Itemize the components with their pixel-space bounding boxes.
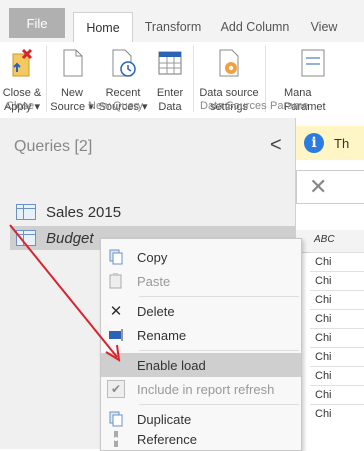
queries-header: Queries [2] (14, 138, 93, 155)
table-icon (16, 230, 36, 246)
data-preview-pane: i Th ✕ ABC Chi Chi Chi Chi Chi Chi Chi C… (295, 118, 364, 449)
tab-transform[interactable]: Transform (138, 12, 208, 42)
new-source-icon (63, 49, 83, 77)
info-bar: i Th (296, 126, 364, 160)
menu-item-delete[interactable]: ✕ Delete (101, 299, 301, 323)
context-menu: Copy Paste ✕ Delete Rename Enable load ✔… (100, 238, 302, 451)
group-parameters-label: Parame (270, 100, 309, 112)
query-item-label: Sales 2015 (46, 203, 122, 221)
table-cell[interactable]: Chi (310, 366, 364, 385)
tab-add-column[interactable]: Add Column (216, 12, 294, 42)
menu-item-label: Duplicate (137, 411, 192, 427)
tab-view[interactable]: View (304, 12, 344, 42)
divider (193, 46, 194, 112)
menu-item-label: Copy (137, 249, 168, 265)
table-cell[interactable]: Chi (310, 328, 364, 347)
info-bar-text: Th (334, 135, 350, 151)
collapse-pane-button[interactable]: < (270, 134, 282, 157)
menu-item-include-in-report-refresh[interactable]: ✔ Include in report refresh (101, 377, 301, 401)
reference-icon (101, 431, 131, 447)
tab-file[interactable]: File (9, 8, 65, 38)
recent-sources-icon (112, 49, 136, 77)
column-header[interactable]: ABC (296, 230, 364, 253)
menu-item-enable-load[interactable]: Enable load (101, 353, 301, 377)
table-cell[interactable]: Chi (310, 271, 364, 290)
copy-icon (101, 249, 131, 265)
menu-item-copy[interactable]: Copy (101, 245, 301, 269)
group-close-label: Close (6, 100, 35, 112)
table-icon (158, 51, 182, 75)
menu-separator (139, 404, 299, 405)
checkbox-icon: ✔ (107, 380, 125, 398)
ribbon: Close & Apply ▾ New Source ▾ Recent Sour… (0, 42, 364, 119)
table-cell[interactable]: Chi (310, 385, 364, 404)
menu-item-label: Include in report refresh (137, 381, 275, 397)
ribbon-tab-bar: File Home Transform Add Column View (0, 0, 364, 43)
menu-separator (139, 296, 299, 297)
group-new-query-label: New Query (88, 100, 144, 112)
menu-item-paste[interactable]: Paste (101, 269, 301, 293)
table-cell[interactable]: Chi (310, 309, 364, 328)
menu-item-label: Paste (137, 273, 171, 289)
table-cell[interactable]: Chi (310, 404, 364, 423)
info-icon: i (304, 133, 324, 153)
table-cell[interactable]: Chi (310, 252, 364, 271)
table-cell[interactable]: Chi (310, 347, 364, 366)
menu-separator (139, 350, 299, 351)
query-item-label: Budget (46, 229, 94, 247)
parameters-icon (301, 49, 325, 77)
delete-icon: ✕ (109, 303, 123, 320)
cancel-formula-button[interactable]: ✕ (296, 170, 364, 204)
menu-item-label: Delete (137, 303, 175, 319)
text-type-icon: ABC (314, 234, 335, 245)
query-item-sales-2015[interactable]: Sales 2015 (10, 200, 121, 224)
menu-item-rename[interactable]: Rename (101, 323, 301, 347)
menu-item-label: Enable load (137, 357, 206, 373)
close-apply-icon (12, 48, 33, 77)
group-data-sources-label: Data Sources (200, 100, 267, 112)
enter-data-label: Enter Data (156, 87, 184, 113)
settings-gear-icon (219, 49, 239, 77)
menu-item-label: Rename (137, 327, 187, 343)
table-icon (16, 204, 36, 220)
rename-icon (101, 328, 131, 342)
tab-home[interactable]: Home (73, 12, 133, 43)
duplicate-icon (101, 411, 131, 427)
enter-data-button[interactable]: Enter Data (150, 48, 190, 114)
table-cell[interactable]: Chi (310, 290, 364, 309)
menu-item-label: Reference (137, 431, 197, 447)
paste-icon (101, 273, 131, 289)
menu-item-reference[interactable]: Reference (101, 427, 301, 451)
divider (46, 46, 47, 112)
